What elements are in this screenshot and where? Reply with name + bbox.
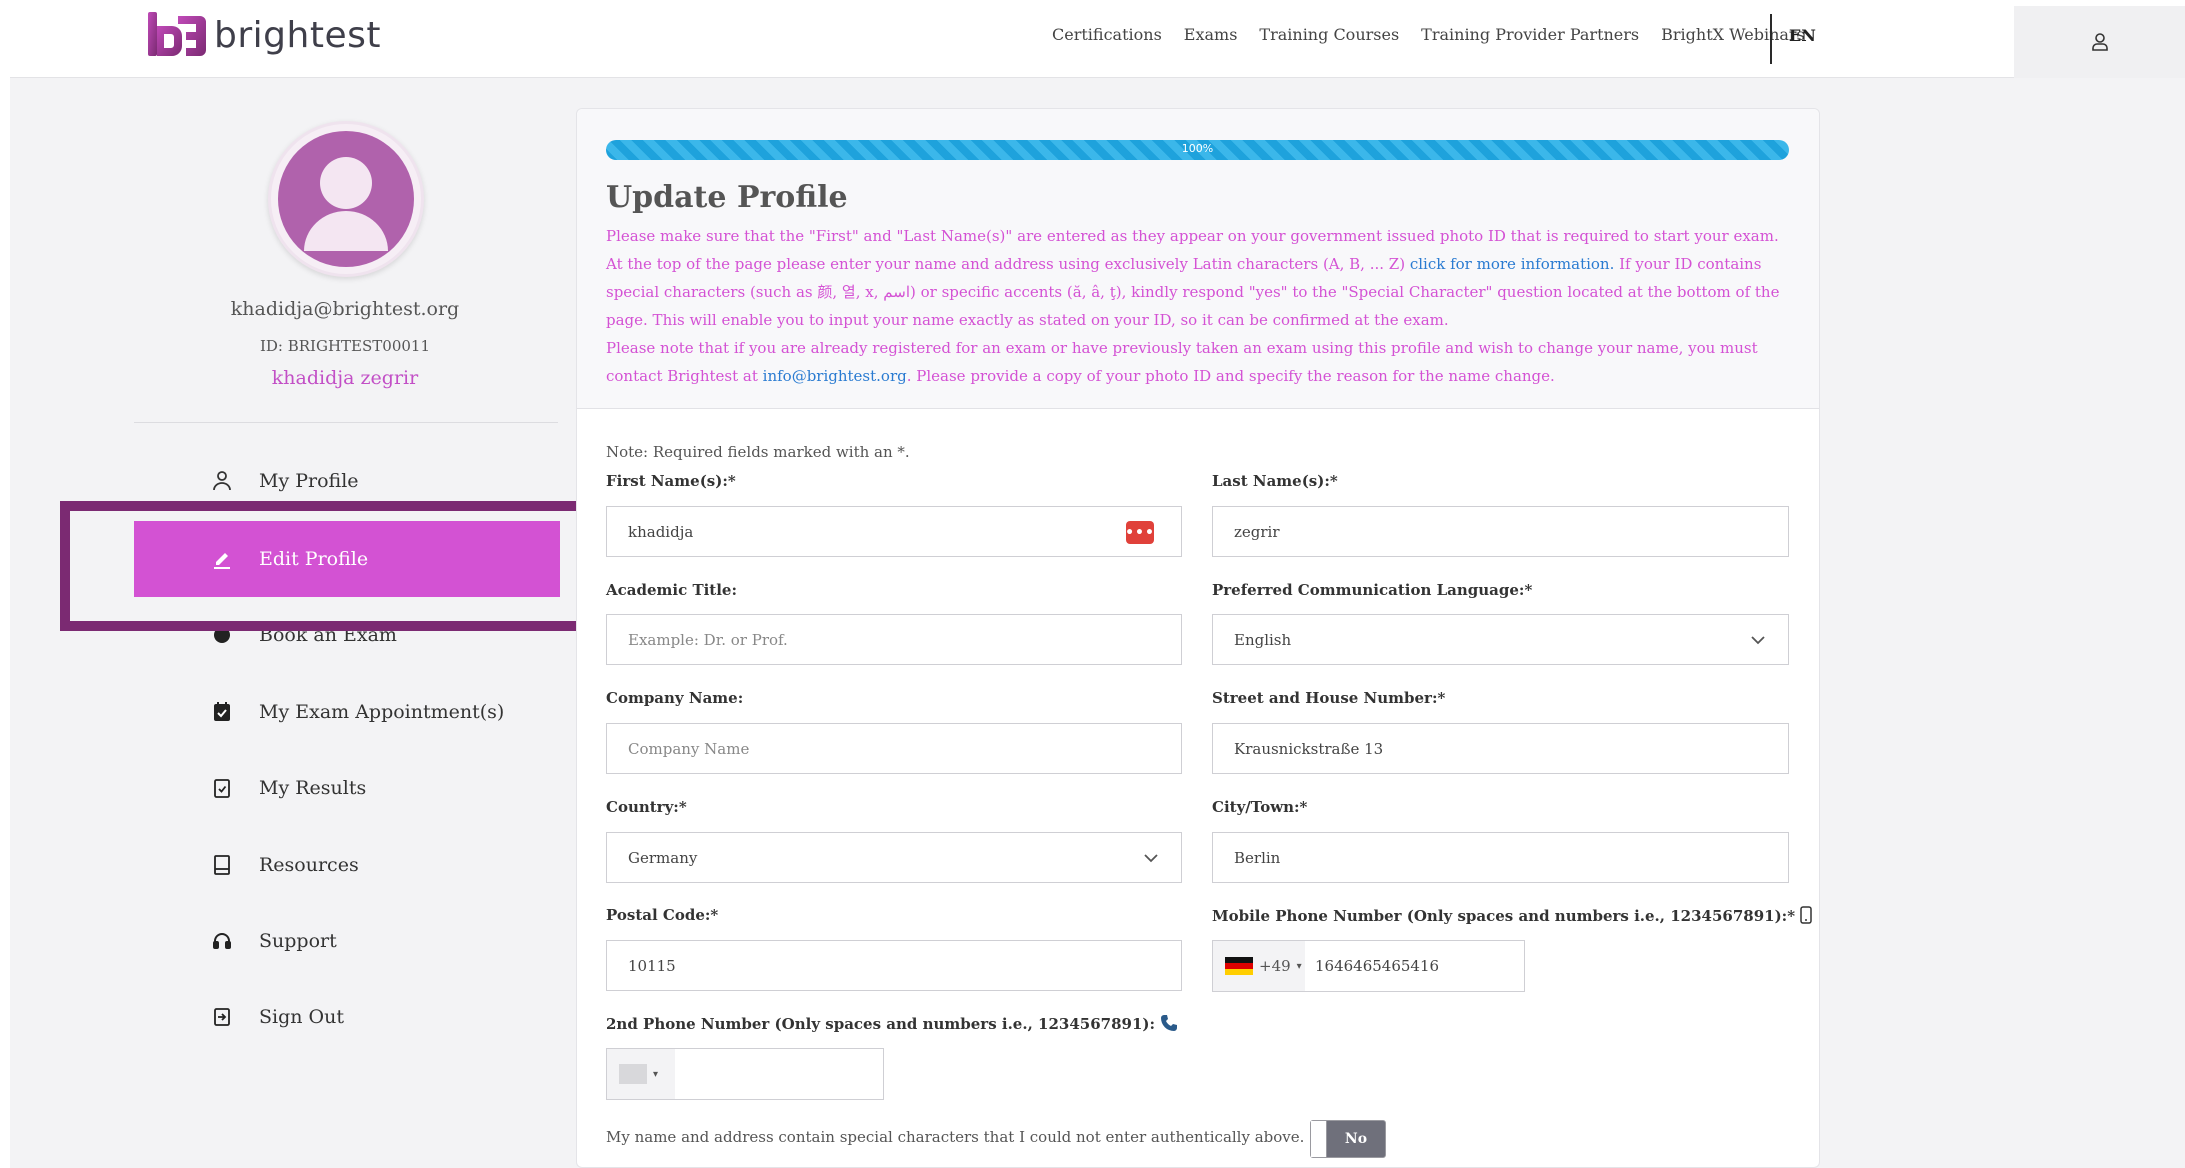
brightest-logo[interactable]: brightest	[148, 12, 381, 58]
special-characters-toggle[interactable]: No	[1310, 1120, 1386, 1158]
mobile-phone-value: 1646465465416	[1315, 957, 1440, 975]
profile-name: khadidja zegrir	[271, 367, 419, 389]
phone-icon	[1161, 1015, 1178, 1031]
logo-mark-icon	[148, 12, 206, 58]
caret-down-icon: ▾	[653, 1068, 659, 1080]
required-fields-note: Note: Required fields marked with an *.	[606, 443, 910, 461]
user-menu-button[interactable]	[2014, 6, 2185, 78]
city-field[interactable]: Berlin	[1212, 832, 1789, 883]
password-manager-icon[interactable]: •••	[1125, 521, 1154, 544]
first-name-value: khadidja	[628, 522, 694, 541]
country-label: Country:*	[606, 798, 687, 816]
edit-profile-highlight	[60, 501, 597, 631]
email-link[interactable]: info@brightest.org	[763, 367, 907, 385]
book-icon	[208, 851, 236, 879]
country-value: Germany	[628, 848, 698, 867]
language-switcher[interactable]: EN	[1789, 26, 1816, 45]
sidebar-item-label: Sign Out	[259, 1006, 344, 1028]
academic-title-field[interactable]: Example: Dr. or Prof.	[606, 614, 1182, 665]
profile-id: ID: BRIGHTEST00011	[259, 337, 431, 355]
city-value: Berlin	[1234, 848, 1281, 867]
country-code-select[interactable]: +49 ▾	[1213, 941, 1305, 991]
company-field[interactable]: Company Name	[606, 723, 1182, 774]
last-name-field[interactable]: zegrir	[1212, 506, 1789, 557]
toggle-knob	[1311, 1121, 1327, 1157]
country-code: +49	[1259, 957, 1291, 975]
last-name-value: zegrir	[1234, 522, 1280, 541]
sidebar-item-support[interactable]: Support	[134, 903, 560, 979]
sidebar-item-resources[interactable]: Resources	[134, 827, 560, 903]
profile-email: khadidja@brightest.org	[230, 298, 460, 320]
mobile-label: Mobile Phone Number (Only spaces and num…	[1212, 906, 1813, 925]
intro-text: Please make sure that the "First" and "L…	[606, 222, 1796, 390]
language-select[interactable]: English	[1212, 614, 1789, 665]
postal-label: Postal Code:*	[606, 906, 719, 924]
sidebar-item-label: Support	[259, 930, 337, 952]
mobile-phone-icon	[1800, 906, 1813, 924]
user-icon	[2091, 33, 2108, 51]
chevron-down-icon	[1144, 854, 1158, 863]
language-value: English	[1234, 630, 1292, 649]
academic-title-label: Academic Title:	[606, 581, 738, 599]
chevron-down-icon	[1751, 636, 1765, 645]
phone2-label-text: 2nd Phone Number (Only spaces and number…	[606, 1015, 1156, 1033]
postal-field[interactable]: 10115	[606, 940, 1182, 991]
mobile-phone-field[interactable]: +49 ▾ 1646465465416	[1212, 940, 1525, 992]
company-label: Company Name:	[606, 689, 744, 707]
sidebar-item-label: My Exam Appointment(s)	[259, 701, 505, 723]
sign-out-icon	[208, 1003, 236, 1031]
sidebar-item-my-results[interactable]: My Results	[134, 750, 560, 826]
country-select[interactable]: Germany	[606, 832, 1182, 883]
clipboard-check-icon	[208, 774, 236, 802]
avatar	[268, 121, 424, 277]
germany-flag-icon	[1225, 957, 1253, 975]
blank-flag-icon	[619, 1064, 647, 1084]
street-value: Krausnickstraße 13	[1234, 739, 1384, 758]
sidebar-item-sign-out[interactable]: Sign Out	[134, 979, 560, 1055]
street-field[interactable]: Krausnickstraße 13	[1212, 723, 1789, 774]
sidebar-divider	[134, 422, 558, 423]
nav-training-courses[interactable]: Training Courses	[1259, 25, 1399, 44]
nav-training-provider-partners[interactable]: Training Provider Partners	[1421, 25, 1639, 44]
phone2-country-code-select[interactable]: ▾	[607, 1049, 675, 1099]
postal-value: 10115	[628, 956, 676, 975]
sidebar-item-label: My Profile	[259, 470, 359, 492]
first-name-field[interactable]: khadidja •••	[606, 506, 1182, 557]
person-icon	[208, 467, 236, 495]
street-label: Street and House Number:*	[1212, 689, 1446, 707]
caret-down-icon: ▾	[1296, 960, 1302, 972]
avatar-person-icon	[278, 131, 414, 267]
nav-certifications[interactable]: Certifications	[1052, 25, 1162, 44]
last-name-label: Last Name(s):*	[1212, 472, 1338, 490]
sidebar-item-exam-appointments[interactable]: My Exam Appointment(s)	[134, 674, 560, 750]
nav-divider	[1770, 14, 1772, 64]
company-placeholder: Company Name	[628, 739, 750, 758]
academic-title-placeholder: Example: Dr. or Prof.	[628, 630, 788, 649]
progress-label: 100%	[1181, 142, 1214, 155]
city-label: City/Town:*	[1212, 798, 1308, 816]
language-label: Preferred Communication Language:*	[1212, 581, 1533, 599]
phone2-field[interactable]: ▾	[606, 1048, 884, 1100]
intro-paragraph-2-end: . Please provide a copy of your photo ID…	[906, 367, 1555, 385]
sidebar-item-label: Resources	[259, 854, 359, 876]
toggle-label: No	[1344, 1131, 1368, 1147]
main-nav: Certifications Exams Training Courses Tr…	[1052, 25, 1805, 44]
page-title: Update Profile	[606, 180, 848, 215]
nav-exams[interactable]: Exams	[1184, 25, 1238, 44]
mobile-label-text: Mobile Phone Number (Only spaces and num…	[1212, 907, 1796, 925]
brand-name: brightest	[214, 14, 381, 56]
special-characters-question: My name and address contain special char…	[606, 1128, 1305, 1146]
first-name-label: First Name(s):*	[606, 472, 736, 490]
phone2-label: 2nd Phone Number (Only spaces and number…	[606, 1014, 1178, 1033]
headset-icon	[208, 927, 236, 955]
sidebar-item-label: My Results	[259, 777, 367, 799]
more-information-link[interactable]: click for more information.	[1410, 255, 1615, 273]
calendar-check-icon	[208, 698, 236, 726]
progress-bar: 100%	[606, 140, 1789, 160]
nav-brightx-webinars[interactable]: BrightX Webinars	[1661, 25, 1805, 44]
